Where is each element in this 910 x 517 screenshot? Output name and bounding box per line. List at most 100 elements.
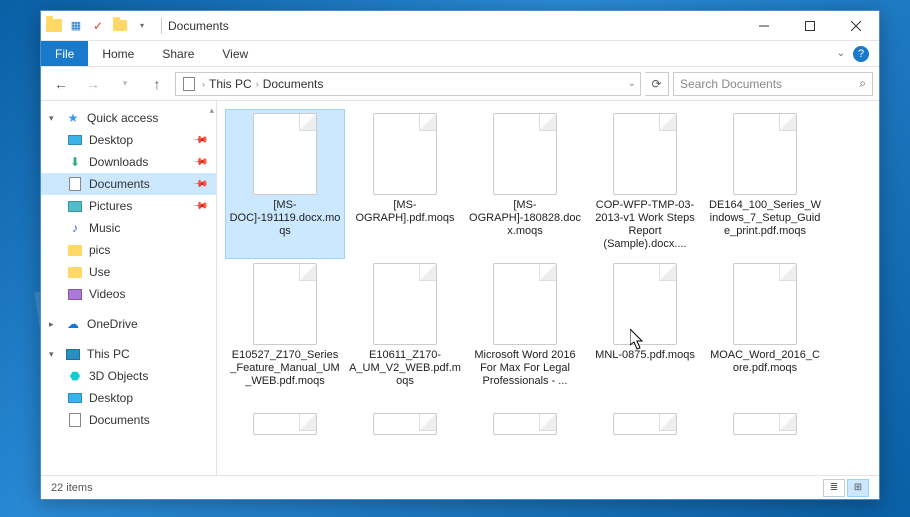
minimize-button[interactable] xyxy=(741,11,787,41)
nav-item-label: Desktop xyxy=(89,391,133,405)
file-view[interactable]: [MS-DOC]-191119.docx.moqs[MS-OGRAPH].pdf… xyxy=(217,101,879,475)
maximize-button[interactable] xyxy=(787,11,833,41)
desktop-icon xyxy=(67,132,83,148)
file-icon xyxy=(373,113,437,195)
window-title: Documents xyxy=(168,19,229,33)
title-separator xyxy=(161,18,162,34)
nav-quick-access[interactable]: ▾ ★ Quick access xyxy=(41,107,216,129)
file-item[interactable]: Microsoft Word 2016 For Max For Legal Pr… xyxy=(465,259,585,409)
nav-item-desktop[interactable]: Desktop 📌 xyxy=(41,129,216,151)
file-name-label: [MS-OGRAPH]-180828.docx.moqs xyxy=(469,199,581,238)
file-items-container: [MS-DOC]-191119.docx.moqs[MS-OGRAPH].pdf… xyxy=(217,101,879,451)
file-item[interactable]: COP-WFP-TMP-03-2013-v1 Work Steps Report… xyxy=(585,109,705,259)
file-item[interactable]: [MS-OGRAPH]-180828.docx.moqs xyxy=(465,109,585,259)
nav-item-label: Music xyxy=(89,221,120,235)
breadcrumb-bar[interactable]: › This PC › Documents ⌄ xyxy=(175,72,641,96)
nav-item-pics[interactable]: pics xyxy=(41,239,216,261)
back-button[interactable]: ← xyxy=(47,71,75,97)
file-icon xyxy=(373,263,437,345)
nav-item-label: Downloads xyxy=(89,155,148,169)
nav-item-pictures[interactable]: Pictures 📌 xyxy=(41,195,216,217)
nav-this-pc[interactable]: ▾ This PC xyxy=(41,343,216,365)
file-item[interactable] xyxy=(585,409,705,443)
qat-newfolder-icon[interactable] xyxy=(111,17,129,35)
nav-item-music[interactable]: ♪ Music xyxy=(41,217,216,239)
file-item[interactable] xyxy=(705,409,825,443)
window-body: ▴ ▾ ★ Quick access Desktop 📌 ⬇ Downloads… xyxy=(41,101,879,475)
file-item[interactable]: E10527_Z170_Series_Feature_Manual_UM_WEB… xyxy=(225,259,345,409)
desktop-icon xyxy=(67,390,83,406)
nav-item-label: pics xyxy=(89,243,110,257)
search-input[interactable]: Search Documents ⌕ xyxy=(673,72,873,96)
qat-dropdown-icon[interactable]: ▾ xyxy=(133,17,151,35)
pin-icon: 📌 xyxy=(191,132,208,149)
file-icon xyxy=(253,113,317,195)
file-name-label: [MS-OGRAPH].pdf.moqs xyxy=(349,199,461,225)
ribbon-tab-file[interactable]: File xyxy=(41,41,88,66)
nav-item-label: Pictures xyxy=(89,199,132,213)
file-name-label: Microsoft Word 2016 For Max For Legal Pr… xyxy=(469,349,581,388)
onedrive-icon: ☁ xyxy=(65,316,81,332)
view-buttons: ≣ ⊞ xyxy=(823,479,869,497)
refresh-button[interactable]: ⟳ xyxy=(645,72,669,96)
nav-this-pc-label: This PC xyxy=(87,347,130,361)
breadcrumb-folder-icon xyxy=(180,75,198,93)
file-item[interactable]: MOAC_Word_2016_Core.pdf.moqs xyxy=(705,259,825,409)
nav-item-downloads[interactable]: ⬇ Downloads 📌 xyxy=(41,151,216,173)
file-item[interactable] xyxy=(465,409,585,443)
qat-checkmark-icon[interactable]: ✓ xyxy=(89,17,107,35)
nav-quick-access-label: Quick access xyxy=(87,111,158,125)
nav-item-pc-documents[interactable]: Documents xyxy=(41,409,216,431)
expand-icon[interactable]: ▾ xyxy=(49,113,59,124)
breadcrumb-this-pc[interactable]: This PC xyxy=(209,77,252,91)
file-item[interactable]: [MS-DOC]-191119.docx.moqs xyxy=(225,109,345,259)
forward-button[interactable]: → xyxy=(79,71,107,97)
qat-properties-icon[interactable]: ▦ xyxy=(67,17,85,35)
view-details-button[interactable]: ≣ xyxy=(823,479,845,497)
file-item[interactable]: DE164_100_Series_Windows_7_Setup_Guide_p… xyxy=(705,109,825,259)
file-icon xyxy=(493,413,557,435)
breadcrumb-documents[interactable]: Documents xyxy=(263,77,324,91)
nav-item-use[interactable]: Use xyxy=(41,261,216,283)
ribbon-right: ⌄ ? xyxy=(827,41,879,66)
folder-app-icon xyxy=(45,17,63,35)
address-dropdown-icon[interactable]: ⌄ xyxy=(628,78,636,89)
nav-item-documents[interactable]: Documents 📌 xyxy=(41,173,216,195)
ribbon-expand-icon[interactable]: ⌄ xyxy=(837,48,845,59)
music-icon: ♪ xyxy=(67,220,83,236)
file-item[interactable]: [MS-OGRAPH].pdf.moqs xyxy=(345,109,465,259)
folder-icon xyxy=(67,264,83,280)
nav-item-3dobjects[interactable]: ⬣ 3D Objects xyxy=(41,365,216,387)
pin-icon: 📌 xyxy=(191,176,208,193)
expand-icon[interactable]: ▸ xyxy=(49,319,59,330)
file-item[interactable] xyxy=(225,409,345,443)
nav-item-label: Documents xyxy=(89,413,150,427)
file-item[interactable]: MNL-0875.pdf.moqs xyxy=(585,259,705,409)
downloads-icon: ⬇ xyxy=(67,154,83,170)
ribbon-tab-view[interactable]: View xyxy=(208,41,262,66)
file-item[interactable] xyxy=(345,409,465,443)
breadcrumb-caret-icon[interactable]: › xyxy=(256,79,259,89)
expand-icon[interactable]: ▾ xyxy=(49,349,59,360)
nav-item-videos[interactable]: Videos xyxy=(41,283,216,305)
ribbon-tab-share[interactable]: Share xyxy=(148,41,208,66)
folder-icon xyxy=(67,242,83,258)
recent-dropdown-icon[interactable]: ▾ xyxy=(111,71,139,97)
file-name-label: MNL-0875.pdf.moqs xyxy=(595,349,695,362)
view-icons-button[interactable]: ⊞ xyxy=(847,479,869,497)
title-bar: ▦ ✓ ▾ Documents xyxy=(41,11,879,41)
ribbon-tab-home[interactable]: Home xyxy=(88,41,148,66)
breadcrumb-caret-icon[interactable]: › xyxy=(202,79,205,89)
file-item[interactable]: E10611_Z170-A_UM_V2_WEB.pdf.moqs xyxy=(345,259,465,409)
file-icon xyxy=(613,113,677,195)
file-name-label: E10527_Z170_Series_Feature_Manual_UM_WEB… xyxy=(229,349,341,388)
status-item-count: 22 items xyxy=(51,482,93,494)
nav-item-pc-desktop[interactable]: Desktop xyxy=(41,387,216,409)
up-button[interactable]: ↑ xyxy=(143,71,171,97)
nav-onedrive[interactable]: ▸ ☁ OneDrive xyxy=(41,313,216,335)
help-icon[interactable]: ? xyxy=(853,46,869,62)
search-placeholder: Search Documents xyxy=(680,77,782,91)
address-bar: ← → ▾ ↑ › This PC › Documents ⌄ ⟳ Search… xyxy=(41,67,879,101)
close-button[interactable] xyxy=(833,11,879,41)
file-icon xyxy=(253,413,317,435)
